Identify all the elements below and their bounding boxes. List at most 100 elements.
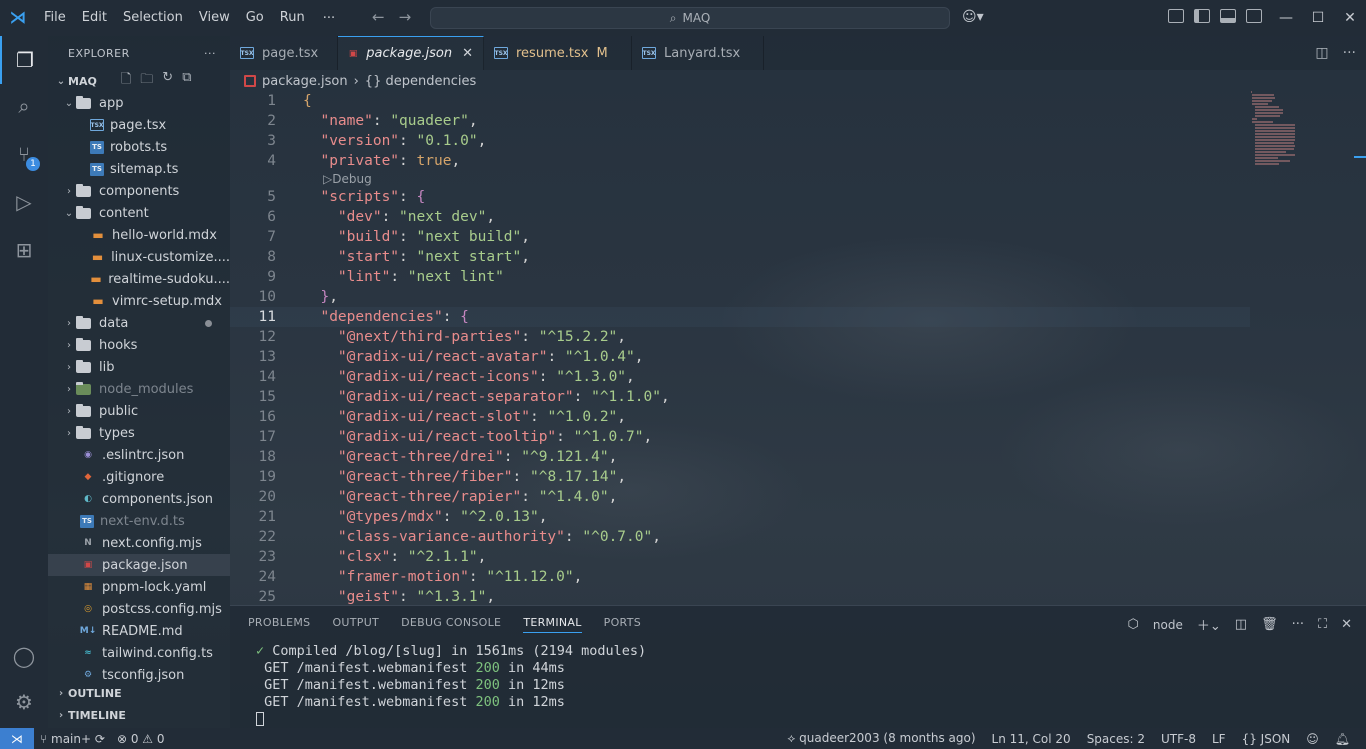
tree-item[interactable]: TS sitemap.ts: [48, 158, 230, 180]
split-terminal-icon[interactable]: ◫: [1235, 617, 1247, 632]
code-line[interactable]: 3 "version": "0.1.0",: [230, 131, 1250, 151]
collapse-all-icon[interactable]: ⧉: [182, 70, 191, 92]
source-control-icon[interactable]: ⑂ 1: [0, 130, 48, 178]
tree-item[interactable]: › node_modules: [48, 378, 230, 400]
code-line[interactable]: 10 },: [230, 287, 1250, 307]
notifications-bell-icon[interactable]: 🔔︎: [1329, 732, 1356, 746]
encoding-status[interactable]: UTF-8: [1155, 732, 1202, 746]
tab-resume-tsx[interactable]: TSX resume.tsx M: [484, 36, 632, 70]
maximize-button[interactable]: ☐: [1302, 6, 1334, 30]
code-line[interactable]: 15 "@radix-ui/react-separator": "^1.1.0"…: [230, 387, 1250, 407]
split-editor-icon[interactable]: ◫: [1315, 45, 1328, 61]
branch-status[interactable]: ⑂ main+ ⟳: [34, 732, 111, 746]
problems-status[interactable]: ⊗ 0 ⚠ 0: [111, 732, 171, 746]
code-editor[interactable]: 1{2 "name": "quadeer", 3 "version": "0.1.…: [230, 91, 1250, 605]
menu-more-button[interactable]: ···: [313, 11, 345, 26]
terminal-shell-label[interactable]: node: [1153, 618, 1183, 632]
panel-tab-output[interactable]: OUTPUT: [332, 616, 379, 633]
code-line[interactable]: 18 "@react-three/drei": "^9.121.4",: [230, 447, 1250, 467]
tree-item[interactable]: ▬ realtime-sudoku....: [48, 268, 230, 290]
code-line[interactable]: 14 "@radix-ui/react-icons": "^1.3.0",: [230, 367, 1250, 387]
run-debug-icon[interactable]: ▷: [0, 178, 48, 226]
code-line[interactable]: 22 "class-variance-authority": "^0.7.0",: [230, 527, 1250, 547]
menu-item-go[interactable]: Go: [238, 0, 272, 36]
maximize-panel-icon[interactable]: ⛶: [1318, 617, 1327, 632]
menu-item-edit[interactable]: Edit: [74, 0, 115, 36]
breadcrumb-symbol[interactable]: {} dependencies: [365, 74, 476, 89]
explorer-icon[interactable]: ❐: [0, 36, 48, 84]
terminal-output[interactable]: ✓ Compiled /blog/[slug] in 1561ms (2194 …: [256, 643, 646, 728]
minimap[interactable]: [1250, 91, 1350, 211]
tree-item[interactable]: ▦ pnpm-lock.yaml: [48, 576, 230, 598]
menu-item-run[interactable]: Run: [272, 0, 313, 36]
indentation-status[interactable]: Spaces: 2: [1081, 732, 1151, 746]
tree-item[interactable]: › public: [48, 400, 230, 422]
code-line[interactable]: 13 "@radix-ui/react-avatar": "^1.0.4",: [230, 347, 1250, 367]
tree-item[interactable]: Nnext.config.mjs: [48, 532, 230, 554]
search-icon[interactable]: ⌕: [0, 82, 48, 130]
customize-layout-icon[interactable]: [1168, 9, 1184, 23]
new-file-icon[interactable]: 🗋: [121, 70, 131, 92]
tab-lanyard-tsx[interactable]: TSX Lanyard.tsx: [632, 36, 764, 70]
tree-item[interactable]: › data: [48, 312, 230, 334]
panel-tab-ports[interactable]: PORTS: [604, 616, 641, 633]
debug-codelens[interactable]: ▷Debug: [323, 171, 372, 187]
tree-item[interactable]: ▬ vimrc-setup.mdx: [48, 290, 230, 312]
tab-page-tsx[interactable]: TSX page.tsx: [230, 36, 338, 70]
code-line[interactable]: 6 "dev": "next dev",: [230, 207, 1250, 227]
close-button[interactable]: ✕: [1334, 6, 1366, 30]
tree-item[interactable]: TS robots.ts: [48, 136, 230, 158]
new-terminal-icon[interactable]: ＋⌄: [1197, 615, 1221, 634]
menu-item-selection[interactable]: Selection: [115, 0, 191, 36]
tree-item[interactable]: TS next-env.d.ts: [48, 510, 230, 532]
code-line[interactable]: 4 "private": true,: [230, 151, 1250, 171]
breadcrumb-file[interactable]: package.json: [262, 74, 348, 89]
command-center-search[interactable]: ⌕ MAQ: [430, 7, 950, 29]
back-arrow-icon[interactable]: ←: [372, 8, 385, 26]
copilot-status-icon[interactable]: ☺: [1300, 732, 1325, 746]
code-line[interactable]: 1{: [230, 91, 1250, 111]
new-folder-icon[interactable]: 🗀: [140, 70, 153, 92]
toggle-sidebar-icon[interactable]: [1194, 9, 1210, 23]
code-line[interactable]: 11 "dependencies": {: [230, 307, 1250, 327]
panel-tab-debug-console[interactable]: DEBUG CONSOLE: [401, 616, 501, 633]
remote-indicator-icon[interactable]: ⋊: [0, 728, 34, 749]
terminal-prompt[interactable]: [256, 711, 646, 728]
close-panel-icon[interactable]: ✕: [1341, 617, 1352, 632]
tab-package-json[interactable]: ▣ package.json ✕: [338, 36, 484, 70]
toggle-panel-icon[interactable]: [1220, 9, 1236, 23]
tree-item[interactable]: TSX page.tsx: [48, 114, 230, 136]
code-line[interactable]: 12 "@next/third-parties": "^15.2.2",: [230, 327, 1250, 347]
settings-gear-icon[interactable]: ⚙: [0, 678, 48, 726]
tree-item[interactable]: ≈ tailwind.config.ts: [48, 642, 230, 664]
code-line[interactable]: 8 "start": "next start",: [230, 247, 1250, 267]
tree-item[interactable]: ⌄ content: [48, 202, 230, 224]
tree-item[interactable]: M↓ README.md: [48, 620, 230, 642]
account-icon[interactable]: ◯: [0, 632, 48, 680]
tree-item[interactable]: › components: [48, 180, 230, 202]
outline-section[interactable]: › OUTLINE: [48, 682, 230, 704]
tree-item[interactable]: › types: [48, 422, 230, 444]
tree-item[interactable]: ◎ postcss.config.mjs: [48, 598, 230, 620]
tree-item[interactable]: ▣ package.json: [48, 554, 230, 576]
copilot-icon[interactable]: ☺▾: [962, 9, 984, 25]
workspace-root[interactable]: ⌄ MAQ 🗋 🗀 ↻ ⧉: [48, 70, 230, 92]
code-line[interactable]: 7 "build": "next build",: [230, 227, 1250, 247]
code-line[interactable]: 23 "clsx": "^2.1.1",: [230, 547, 1250, 567]
timeline-section[interactable]: › TIMELINE: [48, 704, 230, 726]
code-line[interactable]: 24 "framer-motion": "^11.12.0",: [230, 567, 1250, 587]
code-line[interactable]: 2 "name": "quadeer",: [230, 111, 1250, 131]
code-line[interactable]: 19 "@react-three/fiber": "^8.17.14",: [230, 467, 1250, 487]
menu-item-view[interactable]: View: [191, 0, 238, 36]
code-line[interactable]: 9 "lint": "next lint": [230, 267, 1250, 287]
code-line[interactable]: 5 "scripts": {: [230, 187, 1250, 207]
code-line[interactable]: 16 "@radix-ui/react-slot": "^1.0.2",: [230, 407, 1250, 427]
panel-tab-problems[interactable]: PROBLEMS: [248, 616, 310, 633]
code-line[interactable]: 21 "@types/mdx": "^2.0.13",: [230, 507, 1250, 527]
panel-tab-terminal[interactable]: TERMINAL: [523, 616, 582, 633]
eol-status[interactable]: LF: [1206, 732, 1232, 746]
tree-item[interactable]: › hooks: [48, 334, 230, 356]
cursor-position[interactable]: Ln 11, Col 20: [986, 732, 1077, 746]
code-line[interactable]: 17 "@radix-ui/react-tooltip": "^1.0.7",: [230, 427, 1250, 447]
extensions-icon[interactable]: ⊞: [0, 226, 48, 274]
